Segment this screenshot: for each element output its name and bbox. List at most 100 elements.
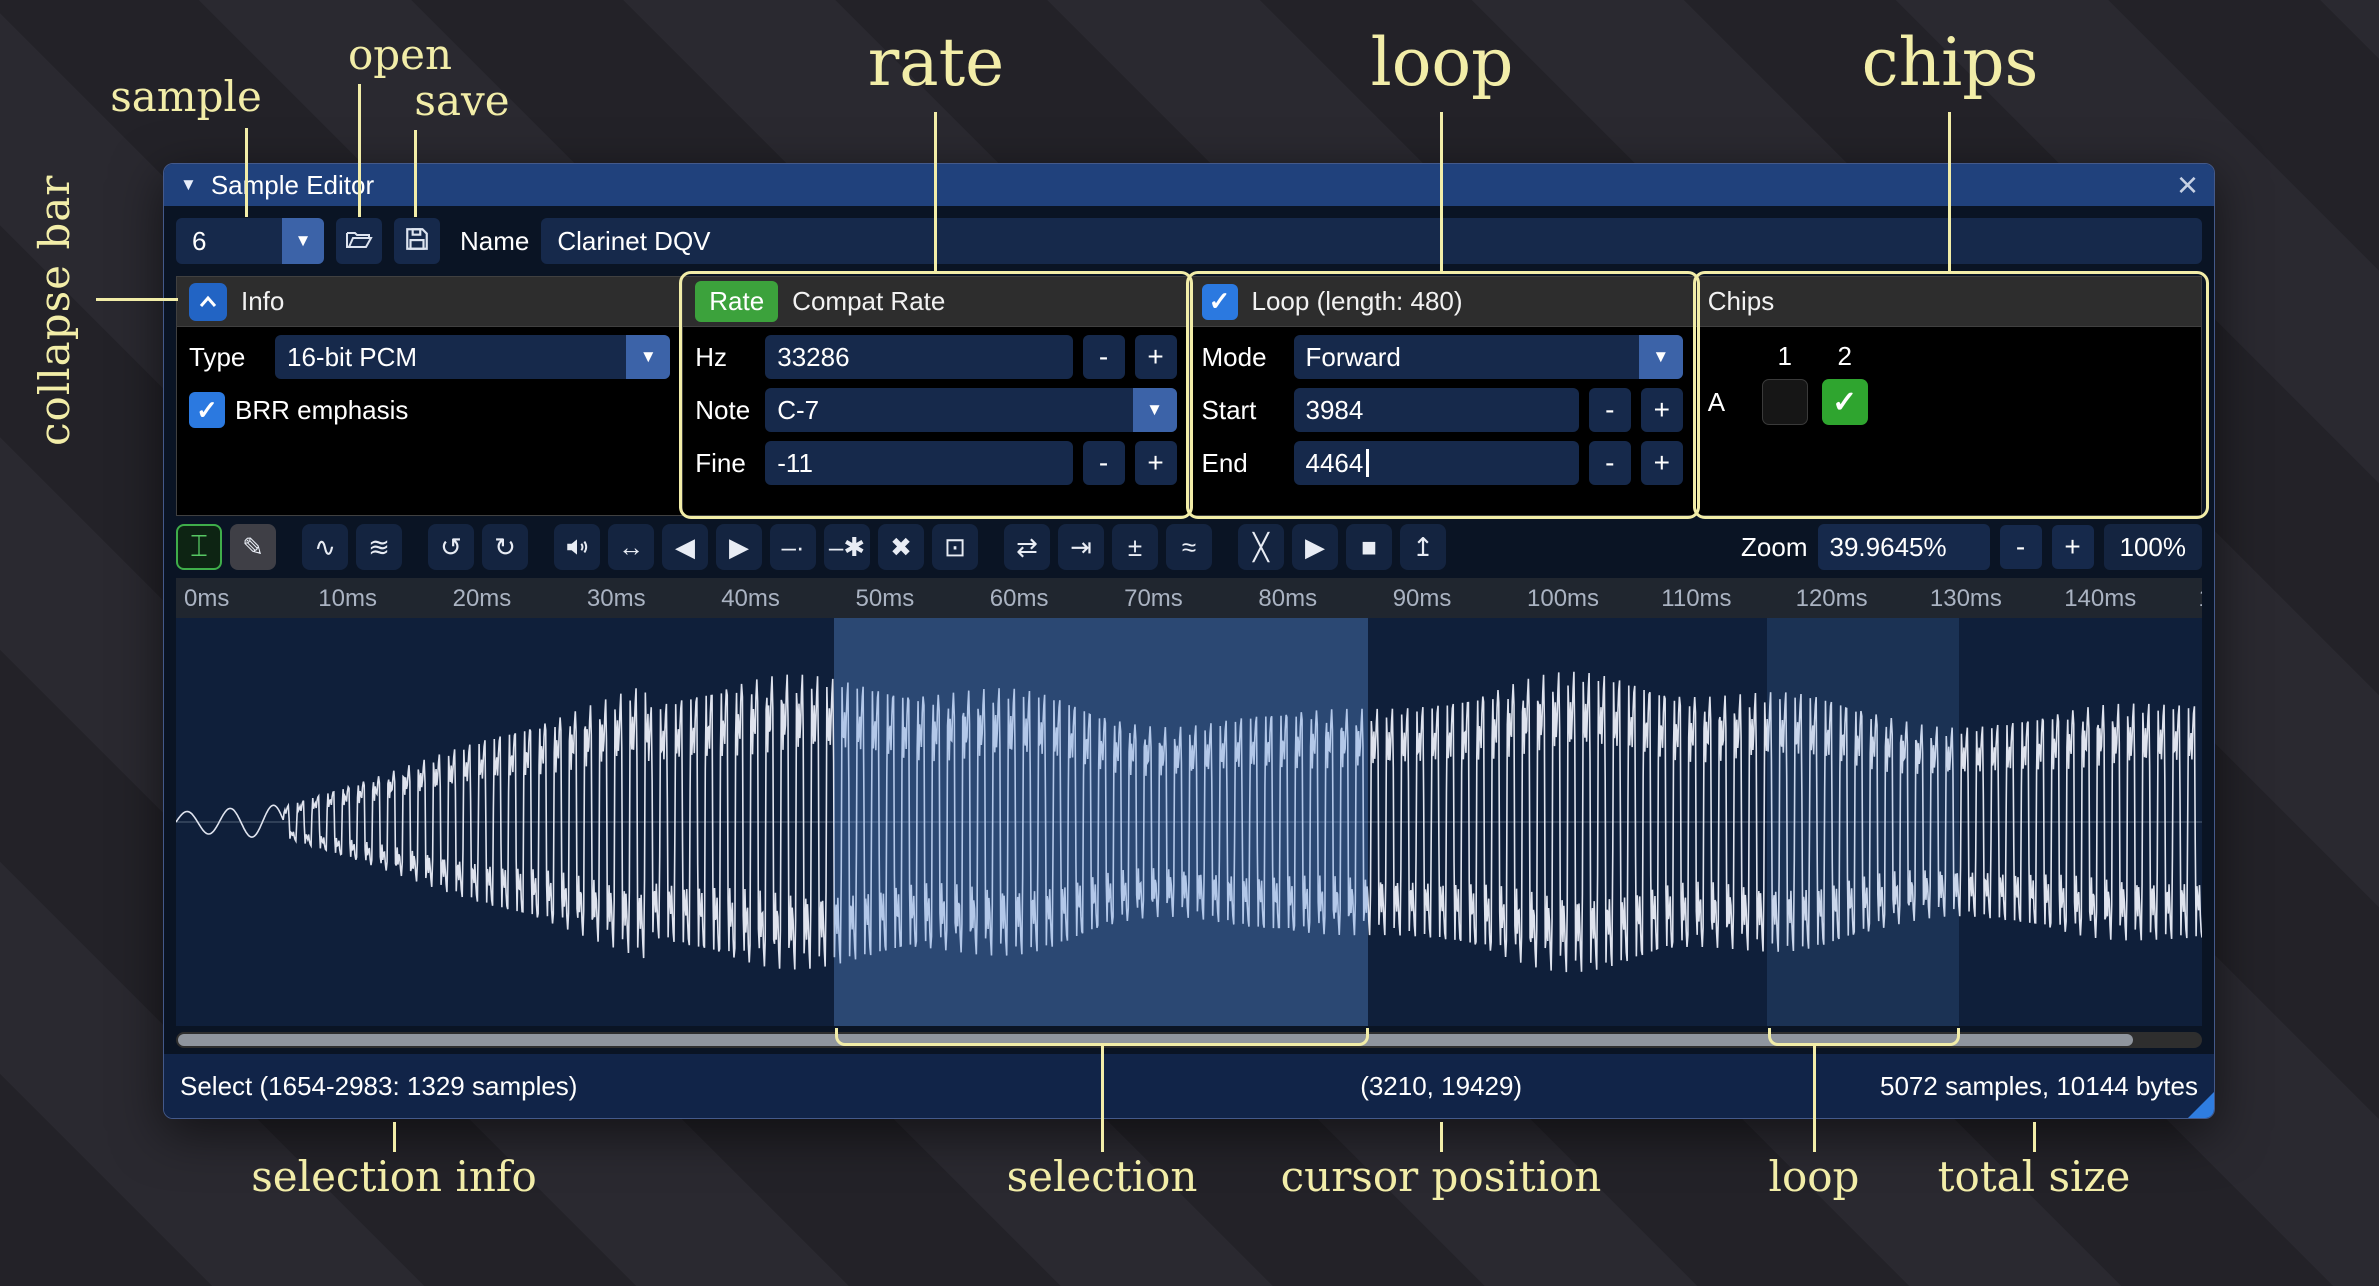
zoom-in-button[interactable]: + — [2052, 525, 2094, 569]
loop-panel: ✓ Loop (length: 480) Mode Forward ▼ Star… — [1190, 276, 1696, 516]
invert-button[interactable]: ⇥ — [1058, 524, 1104, 570]
sample-number-dropdown[interactable]: 6 ▼ — [176, 218, 324, 264]
timeline-label: 130ms — [1930, 585, 2002, 613]
annotation-line-sample — [245, 128, 248, 217]
hz-plus-button[interactable]: + — [1135, 335, 1177, 379]
waveform-scrollbar[interactable] — [176, 1032, 2202, 1048]
loop-start-label: Start — [1202, 395, 1284, 426]
timeline-ruler: 0ms10ms20ms30ms40ms50ms60ms70ms80ms90ms1… — [176, 578, 2202, 618]
loop-start-input[interactable]: 3984 — [1294, 388, 1579, 432]
folder-open-icon — [345, 227, 373, 256]
annotation-open: open — [348, 30, 452, 79]
info-panel-header: Info — [177, 277, 682, 327]
fade-in-button[interactable]: ◀ — [662, 524, 708, 570]
close-icon[interactable]: × — [2177, 167, 2198, 203]
zoom-label: Zoom — [1741, 532, 1807, 563]
select-mode-button[interactable]: ⌶ — [176, 524, 222, 570]
annotation-save: save — [414, 76, 509, 125]
timeline-label: 110ms — [1661, 585, 1731, 613]
chevron-down-icon: ▼ — [1639, 335, 1683, 379]
annotation-line-selection — [1101, 1046, 1104, 1152]
stop-preview-button[interactable]: ■ — [1346, 524, 1392, 570]
total-size-text: 5072 samples, 10144 bytes — [1880, 1071, 2198, 1102]
filter-button[interactable]: ≈ — [1166, 524, 1212, 570]
export-button[interactable]: ↥ — [1400, 524, 1446, 570]
loop-end-minus-button[interactable]: - — [1589, 441, 1631, 485]
note-dropdown[interactable]: C-7 ▼ — [765, 388, 1176, 432]
title-bar: ▼ Sample Editor × — [164, 164, 2214, 206]
chips-panel-body: 1 2 A ✓ — [1696, 327, 2201, 515]
draw-mode-button[interactable]: ✎ — [230, 524, 276, 570]
sign-change-button[interactable]: ± — [1112, 524, 1158, 570]
preview-button[interactable]: ▶ — [1292, 524, 1338, 570]
normalize-button[interactable]: ↔ — [608, 524, 654, 570]
zoom-out-button[interactable]: - — [2000, 525, 2042, 569]
waveform-view[interactable] — [176, 618, 2202, 1026]
zoom-reset-button[interactable]: 100% — [2104, 524, 2203, 570]
name-input[interactable]: Clarinet DQV — [541, 218, 2202, 264]
chip-a2-checkbox[interactable]: ✓ — [1822, 379, 1868, 425]
name-label: Name — [460, 226, 529, 257]
loop-panel-body: Mode Forward ▼ Start 3984 - + — [1190, 327, 1695, 515]
loop-mode-value: Forward — [1294, 335, 1639, 379]
scrollbar-thumb[interactable] — [178, 1034, 2133, 1046]
speaker-icon — [564, 534, 590, 560]
fine-minus-button[interactable]: - — [1083, 441, 1125, 485]
reverse-button[interactable]: ⇄ — [1004, 524, 1050, 570]
annotation-line-selection-info — [393, 1122, 396, 1152]
type-value: 16-bit PCM — [275, 335, 626, 379]
delete-button[interactable]: ✖ — [878, 524, 924, 570]
chips-panel-title: Chips — [1708, 286, 1774, 317]
cursor-position-text: (3210, 19429) — [1360, 1071, 1522, 1102]
sample-editor-window: ▼ Sample Editor × 6 ▼ — [163, 163, 2215, 1119]
info-panel: Info Type 16-bit PCM ▼ ✓ BRR em — [176, 276, 683, 516]
loop-end-input[interactable]: 4464 — [1294, 441, 1579, 485]
trim-button[interactable]: ⊡ — [932, 524, 978, 570]
chip-a1-checkbox[interactable] — [1762, 379, 1808, 425]
toolbar-buttons: ⌶✎∿≋↺↻↔◀▶–·–✱✖⊡⇄⇥±≈╳▶■↥ — [176, 524, 1446, 570]
undo-button[interactable]: ↺ — [428, 524, 474, 570]
rate-panel-body: Hz 33286 - + Note C-7 ▼ — [683, 327, 1188, 515]
selection-info-text: Select (1654-2983: 1329 samples) — [180, 1071, 577, 1102]
type-dropdown[interactable]: 16-bit PCM ▼ — [275, 335, 670, 379]
timeline-label: 30ms — [587, 585, 646, 613]
redo-button[interactable]: ↻ — [482, 524, 528, 570]
open-button[interactable] — [336, 218, 382, 264]
zoom-input[interactable]: 39.9645% — [1818, 524, 1990, 570]
loop-start-minus-button[interactable]: - — [1589, 388, 1631, 432]
chevron-down-icon: ▼ — [626, 335, 670, 379]
hz-input[interactable]: 33286 — [765, 335, 1072, 379]
annotation-line-save — [414, 130, 417, 217]
hz-minus-button[interactable]: - — [1083, 335, 1125, 379]
resample-button[interactable]: ∿ — [302, 524, 348, 570]
chevron-up-icon — [198, 295, 218, 309]
amplify-button[interactable] — [554, 524, 600, 570]
annotation-line-total-size — [2033, 1122, 2036, 1152]
fine-input[interactable]: -11 — [765, 441, 1072, 485]
annotation-collapse-bar: collapse bar — [30, 178, 79, 446]
resize-grip[interactable] — [2188, 1092, 2214, 1118]
loop-end-plus-button[interactable]: + — [1641, 441, 1683, 485]
insert-silence-button[interactable]: –· — [770, 524, 816, 570]
timeline-label: 150 — [2199, 585, 2203, 613]
brr-emphasis-checkbox[interactable]: ✓ — [189, 392, 225, 428]
fine-plus-button[interactable]: + — [1135, 441, 1177, 485]
timeline-label: 80ms — [1258, 585, 1317, 613]
annotation-loop-bottom: loop — [1769, 1152, 1860, 1201]
loop-mode-dropdown[interactable]: Forward ▼ — [1294, 335, 1683, 379]
crossfade-button[interactable]: ╳ — [1238, 524, 1284, 570]
create-wavetable-button[interactable]: ≋ — [356, 524, 402, 570]
apply-silence-button[interactable]: –✱ — [824, 524, 870, 570]
loop-enable-checkbox[interactable]: ✓ — [1202, 284, 1238, 320]
rate-button[interactable]: Rate — [695, 281, 778, 322]
annotation-line-cursor-position — [1440, 1122, 1443, 1152]
info-panel-title: Info — [241, 286, 284, 317]
window-collapse-icon[interactable]: ▼ — [180, 175, 197, 195]
loop-start-plus-button[interactable]: + — [1641, 388, 1683, 432]
fade-out-button[interactable]: ▶ — [716, 524, 762, 570]
save-button[interactable] — [394, 218, 440, 264]
chip-column-2: 2 — [1838, 341, 1852, 372]
timeline-label: 140ms — [2064, 585, 2136, 613]
collapse-info-button[interactable] — [189, 283, 227, 321]
info-panel-body: Type 16-bit PCM ▼ ✓ BRR emphasis — [177, 327, 682, 515]
